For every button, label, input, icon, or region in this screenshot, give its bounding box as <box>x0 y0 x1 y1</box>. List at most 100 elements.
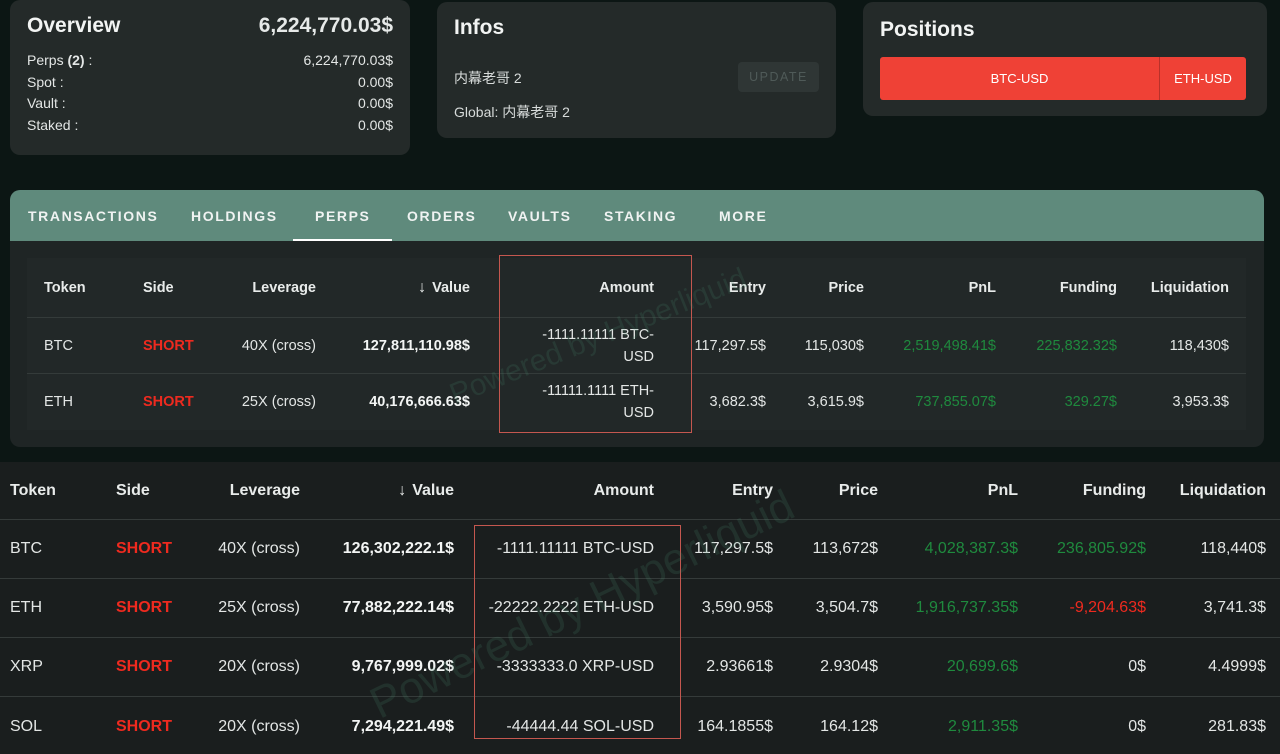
col-side[interactable]: Side <box>143 258 174 317</box>
overview-row-perps: Perps (2) : 6,224,770.03$ <box>27 50 393 72</box>
cell-liquidation: 3,741.3$ <box>1203 599 1266 616</box>
infos-title: Infos <box>454 16 505 39</box>
positions-button-group: BTC-USD ETH-USD <box>880 57 1246 100</box>
cell-side: SHORT <box>116 658 172 675</box>
cell-funding: 0$ <box>1128 717 1146 735</box>
infos-card: Infos 内幕老哥 2 Global: 内幕老哥 2 UPDATE <box>437 2 836 138</box>
cell-value: 7,294,221.49$ <box>351 717 454 735</box>
arrow-down-icon: ↓ <box>418 278 427 296</box>
overview-row-label: Spot : <box>27 73 64 90</box>
cell-liquidation: 4.4999$ <box>1208 658 1266 675</box>
cell-value: 40,176,666.63$ <box>369 394 470 410</box>
positions-title: Positions <box>880 18 975 41</box>
overview-total: 6,224,770.03$ <box>258 14 393 37</box>
col-funding[interactable]: Funding <box>1027 258 1117 317</box>
amount-highlight-box <box>474 525 681 739</box>
cell-pnl: 1,916,737.35$ <box>915 599 1018 616</box>
col-pnl[interactable]: PnL <box>920 462 1018 519</box>
tab-more[interactable]: MORE <box>719 190 767 241</box>
col-liquidation[interactable]: Liquidation <box>1160 462 1266 519</box>
cell-pnl: 20,699.6$ <box>946 658 1018 675</box>
cell-side: SHORT <box>143 337 194 354</box>
overview-row-value: 0.00$ <box>357 116 393 133</box>
col-liquidation[interactable]: Liquidation <box>1127 258 1229 317</box>
cell-token: BTC <box>44 337 73 354</box>
overview-card: Overview 6,224,770.03$ Perps (2) : 6,224… <box>10 0 410 155</box>
tab-transactions[interactable]: TRANSACTIONS <box>28 190 158 241</box>
cell-pnl: 737,855.07$ <box>915 394 996 410</box>
col-amount[interactable]: Amount <box>520 462 654 519</box>
infos-global: Global: 内幕老哥 2 <box>454 104 570 120</box>
cell-pnl: 2,519,498.41$ <box>903 337 996 354</box>
cell-funding: 329.27$ <box>1064 394 1117 410</box>
cell-price: 164.12$ <box>820 717 878 735</box>
tab-vaults[interactable]: VAULTS <box>508 190 572 241</box>
overview-row-spot: Spot : 0.00$ <box>27 72 393 94</box>
cell-token: BTC <box>10 540 42 557</box>
cell-funding: 0$ <box>1128 658 1146 675</box>
cell-leverage: 20X (cross) <box>218 658 300 675</box>
col-value[interactable]: ↓ Value <box>354 462 454 519</box>
cell-price: 3,615.9$ <box>807 394 864 410</box>
cell-entry: 164.1855$ <box>697 717 773 735</box>
tab-orders[interactable]: ORDERS <box>407 190 477 241</box>
overview-rows: Perps (2) : 6,224,770.03$ Spot : 0.00$ V… <box>27 50 393 136</box>
cell-funding: 236,805.92$ <box>1057 540 1146 557</box>
cell-entry: 2.93661$ <box>706 658 773 675</box>
cell-leverage: 40X (cross) <box>218 540 300 557</box>
overview-row-value: 6,224,770.03$ <box>303 52 393 68</box>
cell-leverage: 25X (cross) <box>241 394 316 410</box>
tab-staking[interactable]: STAKING <box>604 190 677 241</box>
cell-funding: 225,832.32$ <box>1036 337 1117 354</box>
overview-row-label: Staked : <box>27 116 79 133</box>
cell-leverage: 40X (cross) <box>241 337 316 354</box>
cell-token: XRP <box>10 658 43 675</box>
cell-side: SHORT <box>116 717 172 735</box>
col-leverage[interactable]: Leverage <box>217 258 316 317</box>
position-button-btc-usd[interactable]: BTC-USD <box>880 57 1159 100</box>
tab-holdings[interactable]: HOLDINGS <box>191 190 278 241</box>
cell-token: SOL <box>10 717 43 735</box>
overview-row-staked: Staked : 0.00$ <box>27 115 393 137</box>
overview-row-label: Vault : <box>27 95 66 111</box>
positions-card: Positions BTC-USD ETH-USD <box>863 2 1267 116</box>
tab-perps[interactable]: PERPS <box>292 190 394 241</box>
position-button-eth-usd[interactable]: ETH-USD <box>1159 57 1246 100</box>
cell-entry: 117,297.5$ <box>694 540 773 557</box>
col-price[interactable]: Price <box>790 462 878 519</box>
cell-token: ETH <box>44 394 73 410</box>
cell-funding: -9,204.63$ <box>1069 599 1146 616</box>
cell-liquidation: 281.83$ <box>1208 717 1266 735</box>
col-side[interactable]: Side <box>116 462 150 519</box>
cell-side: SHORT <box>116 540 172 557</box>
col-pnl[interactable]: PnL <box>907 258 996 317</box>
cell-token: ETH <box>10 599 42 616</box>
overview-row-vault: Vault : 0.00$ <box>27 93 393 115</box>
cell-pnl: 2,911.35$ <box>948 717 1018 735</box>
cell-liquidation: 3,953.3$ <box>1172 394 1229 410</box>
overview-row-value: 0.00$ <box>357 95 393 111</box>
cell-liquidation: 118,430$ <box>1169 337 1229 354</box>
cell-price: 113,672$ <box>812 540 878 557</box>
cell-price: 3,504.7$ <box>815 599 878 616</box>
overview-title: Overview <box>27 14 121 37</box>
update-button[interactable]: UPDATE <box>738 62 819 92</box>
cell-pnl: 4,028,387.3$ <box>924 540 1018 557</box>
col-value[interactable]: ↓ Value <box>367 258 470 317</box>
col-token[interactable]: Token <box>44 258 86 317</box>
cell-value: 127,811,110.98$ <box>362 337 470 354</box>
infos-name: 内幕老哥 2 <box>454 70 522 86</box>
table-header: Token Side Leverage ↓ Value Amount Entry … <box>0 462 1280 520</box>
col-token[interactable]: Token <box>10 462 56 519</box>
tab-bar: TRANSACTIONS HOLDINGS PERPS ORDERS VAULT… <box>10 190 1264 241</box>
col-entry[interactable]: Entry <box>680 462 773 519</box>
col-leverage[interactable]: Leverage <box>200 462 300 519</box>
cell-value: 126,302,222.1$ <box>342 540 454 557</box>
col-funding[interactable]: Funding <box>1040 462 1146 519</box>
col-price[interactable]: Price <box>777 258 864 317</box>
col-value-label: Value <box>412 481 454 499</box>
cell-value: 9,767,999.02$ <box>351 658 454 675</box>
cell-leverage: 20X (cross) <box>218 717 300 735</box>
amount-highlight-box <box>499 255 692 433</box>
cell-price: 2.9304$ <box>820 658 878 675</box>
